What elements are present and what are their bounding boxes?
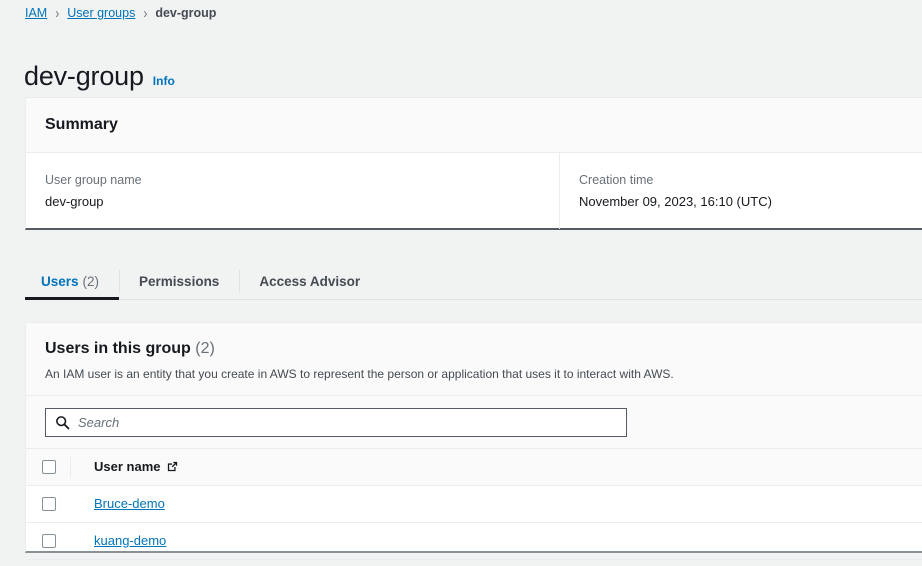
summary-panel-body: User group name dev-group Creation time … [26,153,922,229]
row-select-cell [26,522,70,560]
user-link-bruce-demo[interactable]: Bruce-demo [94,496,165,511]
breadcrumb-item-current: dev-group [155,6,217,20]
tab-permissions[interactable]: Permissions [119,263,239,299]
tab-bar: Users (2) Permissions Access Advisor [25,263,922,300]
row-checkbox[interactable] [42,496,56,511]
search-icon [55,415,70,430]
row-select-cell [26,485,70,523]
tab-label: Users [41,273,79,289]
tab-access-advisor[interactable]: Access Advisor [239,263,380,299]
tab-label: Permissions [139,273,220,289]
user-name-header-cell: User name [70,449,922,486]
field-label: User group name [45,173,142,187]
select-all-header-cell [26,449,70,486]
info-link[interactable]: Info [153,74,175,88]
table-row[interactable]: kuang-demo [26,522,922,560]
summary-title: Summary [45,116,118,133]
breadcrumb-separator-icon: › [143,4,148,22]
row-checkbox[interactable] [42,533,56,548]
user-name-header-label: User name [94,458,161,474]
user-name-cell: Bruce-demo [70,485,922,523]
user-name-cell: kuang-demo [70,522,922,560]
table-header-row: User name [26,449,922,486]
external-link-icon [166,460,179,473]
search-box[interactable] [45,408,627,437]
users-table-body: Bruce-demo kuang-demo [26,485,922,560]
summary-field-creation-time: Creation time November 09, 2023, 16:10 (… [559,153,772,229]
summary-panel: Summary User group name dev-group Creati… [25,97,922,230]
summary-field-user-group-name: User group name dev-group [45,171,559,229]
table-row[interactable]: Bruce-demo [26,485,922,523]
select-all-checkbox[interactable] [42,459,56,474]
breadcrumb-item-user-groups[interactable]: User groups [67,5,135,21]
search-row [26,396,922,449]
users-table: User name Bruce-demo kuang-demo [26,449,922,560]
tab-count: (2) [82,273,100,289]
users-panel-title-row: Users in this group (2) [45,339,922,359]
user-link-kuang-demo[interactable]: kuang-demo [94,533,166,548]
user-name-header-label-wrap: User name [94,459,179,474]
summary-panel-header: Summary [26,98,922,153]
breadcrumb-separator-icon: › [55,4,60,22]
field-value: November 09, 2023, 16:10 (UTC) [579,194,772,209]
users-panel-title: Users in this group [45,340,191,357]
field-label: Creation time [579,173,654,187]
users-panel-header: Users in this group (2) An IAM user is a… [26,323,922,396]
tab-label: Access Advisor [259,273,361,289]
page-title: dev-group [24,61,144,92]
tab-users[interactable]: Users (2) [25,263,120,300]
users-panel-count: (2) [195,340,215,357]
breadcrumb-item-iam[interactable]: IAM [25,5,47,21]
users-panel-description: An IAM user is an entity that you create… [45,367,674,381]
search-input[interactable] [76,414,596,431]
field-value: dev-group [45,194,104,209]
users-table-head: User name [26,449,922,486]
iam-user-group-page: IAM › User groups › dev-group dev-group … [0,0,922,566]
breadcrumb: IAM › User groups › dev-group [25,5,216,21]
users-panel: Users in this group (2) An IAM user is a… [25,322,922,560]
